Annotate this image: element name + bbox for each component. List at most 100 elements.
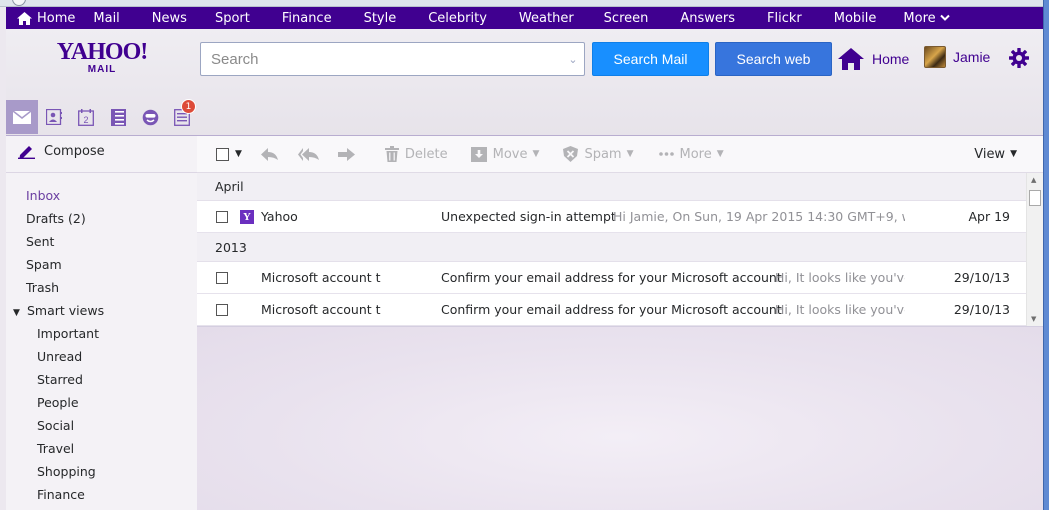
delete-label: Delete [404, 146, 448, 162]
ellipsis-icon [658, 152, 674, 156]
date-group-header: 2013 [197, 233, 1043, 262]
chevron-down-icon: ▼ [13, 308, 20, 318]
smart-view-finance[interactable]: Finance [6, 483, 197, 506]
scroll-down-arrow-icon[interactable]: ▼ [1031, 315, 1036, 323]
move-button[interactable]: Move ▼ [470, 146, 539, 162]
nav-finance[interactable]: Finance [282, 11, 364, 26]
message-checkbox[interactable] [216, 271, 228, 284]
nav-style[interactable]: Style [364, 11, 429, 26]
nav-mail[interactable]: Mail [93, 11, 151, 26]
nav-weather[interactable]: Weather [519, 11, 604, 26]
smart-view-starred[interactable]: Starred [6, 368, 197, 391]
sidebar-divider [6, 172, 197, 173]
message-from: Yahoo [261, 209, 298, 224]
message-subject: Confirm your email address for your Micr… [441, 270, 782, 285]
contacts-icon [46, 109, 62, 125]
nav-flickr[interactable]: Flickr [767, 11, 834, 26]
tab-newsfeed[interactable]: 1 [166, 99, 198, 134]
search-input[interactable] [201, 43, 562, 75]
compose-button[interactable]: Compose [18, 144, 105, 159]
trash-icon [384, 146, 399, 162]
search-web-button[interactable]: Search web [715, 42, 832, 76]
folder-drafts[interactable]: Drafts (2) [6, 207, 197, 230]
folder-sidebar: Compose Inbox Drafts (2) Sent Spam Trash… [6, 136, 197, 510]
folder-spam[interactable]: Spam [6, 253, 197, 276]
calendar-icon: 2 [78, 108, 94, 126]
logo-main-text: YAHOO! [56, 39, 148, 65]
reading-pane [197, 327, 1043, 510]
message-date: 29/10/13 [953, 270, 1010, 285]
smart-view-travel[interactable]: Travel [6, 437, 197, 460]
scrollbar-thumb[interactable] [1029, 190, 1041, 206]
smart-view-people[interactable]: People [6, 391, 197, 414]
smart-view-social[interactable]: Social [6, 414, 197, 437]
tab-mail[interactable] [6, 100, 38, 134]
tab-calendar[interactable]: 2 [70, 100, 102, 134]
smart-views-label: Smart views [27, 303, 105, 318]
settings-gear-icon[interactable] [1009, 48, 1029, 71]
tab-messenger[interactable] [134, 100, 166, 134]
header-home-link[interactable]: Home [838, 48, 909, 70]
tab-notepad[interactable] [102, 100, 134, 134]
message-date: 29/10/13 [953, 302, 1010, 317]
message-subject: Confirm your email address for your Micr… [441, 302, 782, 317]
message-row[interactable]: Y Yahoo Unexpected sign-in attempt Hi Ja… [197, 201, 1043, 233]
more-actions-button[interactable]: More ▼ [658, 146, 724, 162]
spam-label: Spam [584, 146, 622, 162]
user-name: Jamie [953, 49, 991, 65]
messenger-smiley-icon [142, 109, 158, 125]
select-menu-chevron-icon[interactable]: ▼ [235, 149, 242, 159]
smart-view-important[interactable]: Important [6, 322, 197, 345]
message-list: April Y Yahoo Unexpected sign-in attempt… [197, 173, 1043, 327]
nav-news[interactable]: News [152, 11, 215, 26]
reply-all-button[interactable] [297, 147, 326, 161]
nav-home[interactable]: Home [6, 11, 93, 26]
search-options-chevron-icon[interactable]: ⌄ [562, 53, 584, 66]
smart-view-shopping[interactable]: Shopping [6, 460, 197, 483]
app-tabs: 2 1 [6, 99, 198, 136]
window-frame-right [1043, 0, 1049, 510]
message-row[interactable]: Microsoft account te Confirm your email … [197, 262, 1043, 294]
nav-answers[interactable]: Answers [680, 11, 767, 26]
message-subject: Unexpected sign-in attempt [441, 209, 616, 224]
message-row[interactable]: Microsoft account te Confirm your email … [197, 294, 1043, 326]
folder-smart-views[interactable]: ▼ Smart views [6, 299, 197, 322]
message-checkbox[interactable] [216, 210, 228, 223]
delete-button[interactable]: Delete [384, 146, 448, 162]
folder-trash[interactable]: Trash [6, 276, 197, 299]
forward-button[interactable] [337, 147, 361, 161]
browser-orb-icon [12, 0, 26, 6]
yahoo-sender-icon: Y [240, 209, 254, 224]
envelope-icon [13, 110, 31, 124]
view-menu-button[interactable]: View ▼ [974, 147, 1017, 162]
nav-screen[interactable]: Screen [604, 11, 681, 26]
folder-inbox[interactable]: Inbox [6, 184, 197, 207]
folder-sent[interactable]: Sent [6, 230, 197, 253]
nav-more[interactable]: More [903, 11, 963, 26]
search-mail-button[interactable]: Search Mail [592, 42, 709, 76]
user-menu[interactable]: Jamie [924, 46, 990, 68]
nav-more-label: More [903, 10, 936, 26]
smart-view-unread[interactable]: Unread [6, 345, 197, 368]
nav-sport[interactable]: Sport [215, 11, 282, 26]
message-list-scrollbar[interactable]: ▲ ▼ [1026, 173, 1043, 326]
forward-arrow-icon [337, 147, 355, 161]
scroll-up-arrow-icon[interactable]: ▲ [1031, 176, 1036, 184]
calendar-day: 2 [83, 115, 88, 125]
yahoo-mail-logo[interactable]: YAHOO! MAIL [56, 40, 148, 75]
message-date: Apr 19 [968, 209, 1010, 224]
message-checkbox[interactable] [216, 303, 228, 316]
logo-sub-text: MAIL [87, 64, 117, 75]
select-all-checkbox[interactable] [216, 147, 229, 161]
chevron-down-icon: ▼ [716, 149, 724, 159]
tab-contacts[interactable] [38, 100, 70, 134]
nav-celebrity[interactable]: Celebrity [428, 11, 519, 26]
more-label: More [679, 146, 712, 162]
header-home-label: Home [872, 51, 910, 67]
reply-button[interactable] [260, 147, 284, 161]
nav-mobile[interactable]: Mobile [834, 11, 904, 26]
message-preview: Hi Jamie, On Sun, 19 Apr 2015 14:30 GMT+… [613, 209, 905, 224]
home-icon [17, 11, 32, 25]
spam-button[interactable]: Spam ▼ [563, 146, 634, 162]
message-toolbar: ▼ Delete Move ▼ Spam ▼ More ▼ View ▼ [197, 136, 1043, 173]
